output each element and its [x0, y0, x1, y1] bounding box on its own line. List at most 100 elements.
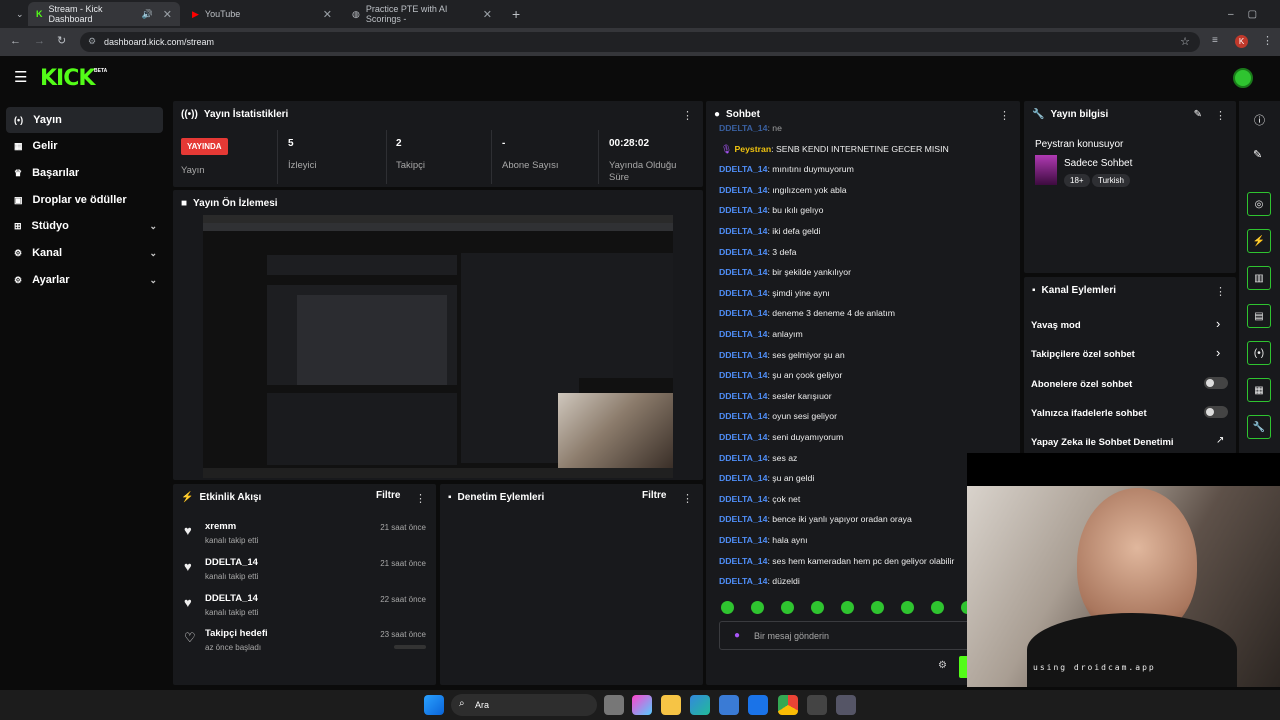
stream-info-menu-icon[interactable]: ⋮ — [1215, 109, 1226, 122]
url-field[interactable]: ⚙ dashboard.kick.com/stream ☆ — [80, 32, 1200, 52]
chat-username[interactable]: DDELTA_14 — [719, 411, 767, 421]
chat-username[interactable]: DDELTA_14 — [719, 432, 767, 442]
emote-icon[interactable] — [841, 601, 854, 614]
rail-panel-button[interactable]: ▥ — [1247, 266, 1271, 290]
media-controls-icon[interactable]: ≡ — [1212, 35, 1218, 46]
chat-username[interactable]: DDELTA_14 — [719, 535, 767, 545]
chat-username[interactable]: DDELTA_14 — [719, 350, 767, 360]
chat-username[interactable]: DDELTA_14 — [719, 205, 767, 215]
tab-kick-dashboard[interactable]: K Stream - Kick Dashboard 🔊 ✕ — [28, 2, 180, 26]
task-view-icon[interactable] — [604, 695, 624, 715]
close-tab-icon[interactable]: ✕ — [483, 8, 492, 21]
chat-username[interactable]: DDELTA_14 — [719, 576, 767, 586]
droidcam-icon[interactable] — [807, 695, 827, 715]
ai-moderation-row[interactable]: Yapay Zeka ile Sohbet Denetimi — [1031, 437, 1174, 448]
rail-broadcast-button[interactable]: (•) — [1247, 341, 1271, 365]
close-tab-icon[interactable]: ✕ — [323, 8, 332, 21]
chat-username[interactable]: DDELTA_14 — [719, 391, 767, 401]
emote-icon[interactable] — [931, 601, 944, 614]
chrome-icon[interactable] — [778, 695, 798, 715]
channel-actions-menu-icon[interactable]: ⋮ — [1215, 285, 1226, 298]
pencil-icon[interactable]: ✎ — [1253, 148, 1262, 161]
emote-icon[interactable] — [901, 601, 914, 614]
emote-icon[interactable] — [811, 601, 824, 614]
chat-username[interactable]: DDELTA_14 — [719, 267, 767, 277]
rail-wrench-button[interactable]: 🔧 — [1247, 415, 1271, 439]
chevron-right-icon[interactable]: › — [1216, 345, 1220, 360]
copilot-icon[interactable] — [632, 695, 652, 715]
store-icon[interactable] — [719, 695, 739, 715]
chat-username[interactable]: DDELTA_14 — [719, 473, 767, 483]
edge-icon[interactable] — [690, 695, 710, 715]
chat-username[interactable]: DDELTA_14 — [719, 329, 767, 339]
chat-username[interactable]: DDELTA_14 — [719, 123, 767, 133]
chat-username[interactable]: DDELTA_14 — [719, 226, 767, 236]
emote-only-toggle[interactable] — [1204, 406, 1228, 418]
forward-icon[interactable]: → — [34, 35, 45, 47]
slow-mode-row[interactable]: Yavaş mod — [1031, 320, 1081, 331]
bookmark-star-icon[interactable]: ☆ — [1180, 35, 1190, 48]
tab-pte-practice[interactable]: ◍ Practice PTE with AI Scorings - ✕ — [344, 2, 500, 26]
file-explorer-icon[interactable] — [661, 695, 681, 715]
chat-username[interactable]: DDELTA_14 — [719, 453, 767, 463]
sidebar-item-droplar[interactable]: ▣ Droplar ve ödüller — [6, 187, 163, 213]
rail-lightning-button[interactable]: ⚡ — [1247, 229, 1271, 253]
stream-preview-video[interactable] — [203, 215, 673, 478]
chat-username[interactable]: DDELTA_14 — [719, 247, 767, 257]
category-name[interactable]: Sadece Sohbet — [1064, 158, 1132, 169]
windows-start-icon[interactable] — [424, 695, 444, 715]
hamburger-menu-icon[interactable]: ☰ — [14, 68, 27, 86]
kick-logo[interactable]: KICK — [40, 66, 95, 91]
tab-search-chevron-icon[interactable]: ⌄ — [8, 2, 26, 26]
stats-menu-icon[interactable]: ⋮ — [682, 109, 693, 122]
subscriber-only-toggle[interactable] — [1204, 377, 1228, 389]
chat-menu-icon[interactable]: ⋮ — [999, 109, 1010, 122]
sidebar-item-gelir[interactable]: ▦ Gelir — [6, 133, 163, 159]
close-tab-icon[interactable]: ✕ — [163, 8, 172, 21]
moderation-filter-button[interactable]: Filtre — [642, 490, 666, 501]
rail-camera-button[interactable]: ◎ — [1247, 192, 1271, 216]
activity-menu-icon[interactable]: ⋮ — [415, 492, 426, 505]
activity-filter-button[interactable]: Filtre — [376, 490, 400, 501]
follower-only-row[interactable]: Takipçilere özel sohbet — [1031, 349, 1135, 360]
chat-username[interactable]: DDELTA_14 — [719, 556, 767, 566]
settings-gear-icon[interactable] — [836, 695, 856, 715]
emote-icon[interactable] — [751, 601, 764, 614]
outlook-icon[interactable] — [748, 695, 768, 715]
chat-username[interactable]: Peystran — [734, 144, 771, 154]
minimize-icon[interactable]: – — [1228, 9, 1234, 20]
info-icon[interactable]: ⓘ — [1254, 112, 1265, 128]
chat-username[interactable]: DDELTA_14 — [719, 164, 767, 174]
external-link-icon[interactable]: ↗ — [1216, 435, 1224, 446]
site-info-icon[interactable]: ⚙ — [88, 36, 96, 47]
browser-menu-icon[interactable]: ⋮ — [1262, 34, 1273, 47]
chat-username[interactable]: DDELTA_14 — [719, 370, 767, 380]
chat-username[interactable]: DDELTA_14 — [719, 514, 767, 524]
sidebar-item-yayin[interactable]: (•) Yayın — [6, 107, 163, 133]
back-icon[interactable]: ← — [10, 35, 21, 47]
chat-username[interactable]: DDELTA_14 — [719, 185, 767, 195]
chat-input[interactable]: ● Bir mesaj gönderin — [719, 621, 979, 650]
emote-icon[interactable] — [871, 601, 884, 614]
sidebar-item-studyo[interactable]: ⊞ Stüdyo ⌄ — [6, 213, 163, 239]
window-controls[interactable]: – ▢ — [1220, 2, 1280, 26]
rail-chat-button[interactable]: ▤ — [1247, 304, 1271, 328]
emote-icon[interactable] — [721, 601, 734, 614]
chat-username[interactable]: DDELTA_14 — [719, 494, 767, 504]
chat-settings-icon[interactable]: ⚙ — [938, 660, 947, 671]
user-avatar[interactable] — [1233, 68, 1253, 88]
tab-youtube[interactable]: ▶ YouTube ✕ — [184, 2, 340, 26]
chevron-right-icon[interactable]: › — [1216, 316, 1220, 331]
new-tab-button[interactable]: + — [504, 2, 524, 26]
taskbar-search[interactable]: ⌕ Ara — [451, 694, 597, 716]
reload-icon[interactable]: ↻ — [57, 34, 66, 47]
emote-icon[interactable] — [781, 601, 794, 614]
moderation-menu-icon[interactable]: ⋮ — [682, 492, 693, 505]
profile-avatar[interactable]: K — [1235, 35, 1248, 48]
chat-username[interactable]: DDELTA_14 — [719, 288, 767, 298]
maximize-icon[interactable]: ▢ — [1248, 9, 1257, 20]
sidebar-item-kanal[interactable]: ⚙ Kanal ⌄ — [6, 240, 163, 266]
sidebar-item-basarilar[interactable]: ♛ Başarılar — [6, 160, 163, 186]
chat-username[interactable]: DDELTA_14 — [719, 308, 767, 318]
sidebar-item-ayarlar[interactable]: ⚙ Ayarlar ⌄ — [6, 267, 163, 293]
